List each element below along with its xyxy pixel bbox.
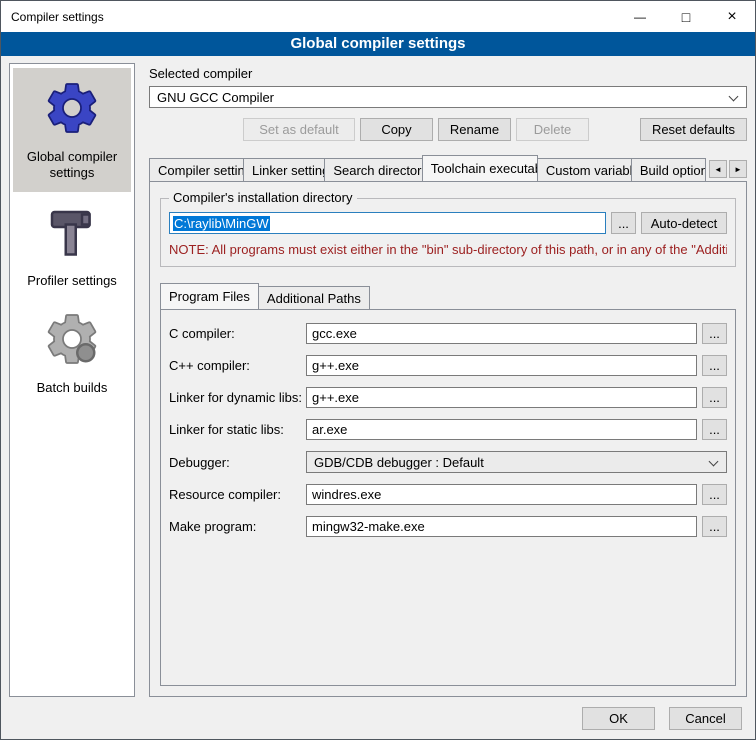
linker-static-label: Linker for static libs: [169,422,306,437]
c-compiler-browse-button[interactable]: ... [702,323,727,344]
set-as-default-button[interactable]: Set as default [243,118,355,141]
maximize-button[interactable]: □ [663,1,709,32]
bin-subdirectory-note: NOTE: All programs must exist either in … [169,242,727,257]
debugger-label: Debugger: [169,455,306,470]
compiler-settings-window: Compiler settings — □ × Global compiler … [0,0,756,740]
copy-button[interactable]: Copy [360,118,433,141]
profiler-tool-icon [40,200,104,264]
selected-compiler-dropdown[interactable]: GNU GCC Compiler [149,86,747,108]
gray-gears-icon [40,307,104,371]
tab-compiler-settings[interactable]: Compiler settings [149,158,244,181]
sidebar-item-batch-builds[interactable]: Batch builds [13,299,131,406]
installation-directory-row: C:\raylib\MinGW ... Auto-detect [169,212,727,234]
make-program-input[interactable] [306,516,697,537]
tab-additional-paths[interactable]: Additional Paths [258,286,370,309]
selected-text: C:\raylib\MinGW [173,216,270,231]
c-compiler-label: C compiler: [169,326,306,341]
resource-compiler-label: Resource compiler: [169,487,306,502]
tab-scroll-right-icon[interactable]: ► [729,160,747,178]
titlebar: Compiler settings — □ × [1,1,755,32]
sidebar-item-global-compiler-settings[interactable]: Global compiler settings [13,68,131,192]
dialog-content: Global compiler settings Profiler settin… [1,56,755,697]
field-row-c-compiler: C compiler: ... [169,323,727,344]
tab-program-files[interactable]: Program Files [160,283,259,309]
tab-search-directories[interactable]: Search directories [324,158,422,181]
cpp-compiler-input[interactable] [306,355,697,376]
tab-custom-variables[interactable]: Custom variables [537,158,632,181]
field-row-linker-dynamic: Linker for dynamic libs: ... [169,387,727,408]
sidebar-item-profiler-settings[interactable]: Profiler settings [13,192,131,299]
toolchain-executables-page: Compiler's installation directory C:\ray… [149,181,747,697]
blue-gear-icon [40,76,104,140]
make-program-label: Make program: [169,519,306,534]
chevron-down-icon [709,457,719,467]
linker-static-input[interactable] [306,419,697,440]
tab-scroll-left-icon[interactable]: ◄ [709,160,727,178]
cpp-compiler-browse-button[interactable]: ... [702,355,727,376]
tab-linker-settings[interactable]: Linker settings [243,158,325,181]
tab-scroll-buttons: ◄ ► [709,160,747,178]
selected-compiler-value: GNU GCC Compiler [157,90,274,105]
linker-dynamic-input[interactable] [306,387,697,408]
window-title: Compiler settings [11,10,104,24]
installation-directory-label: Compiler's installation directory [169,190,357,205]
cpp-compiler-label: C++ compiler: [169,358,306,373]
field-row-cpp-compiler: C++ compiler: ... [169,355,727,376]
sidebar-item-label: Batch builds [37,380,108,396]
global-compiler-settings-panel: Selected compiler GNU GCC Compiler Set a… [149,63,747,697]
linker-dynamic-label: Linker for dynamic libs: [169,390,306,405]
chevron-down-icon [729,92,739,102]
sidebar-item-label: Profiler settings [27,273,117,289]
dialog-banner-title: Global compiler settings [1,32,755,56]
delete-button[interactable]: Delete [516,118,589,141]
linker-static-browse-button[interactable]: ... [702,419,727,440]
auto-detect-button[interactable]: Auto-detect [641,212,727,234]
compiler-tabs: Compiler settings Linker settings Search… [149,155,747,181]
settings-category-sidebar: Global compiler settings Profiler settin… [9,63,135,697]
minimize-button[interactable]: — [617,1,663,32]
tab-toolchain-executables[interactable]: Toolchain executables [422,155,538,181]
field-row-resource-compiler: Resource compiler: ... [169,484,727,505]
window-controls: — □ × [617,1,755,32]
installation-directory-input[interactable]: C:\raylib\MinGW [169,212,606,234]
resource-compiler-input[interactable] [306,484,697,505]
rename-button[interactable]: Rename [438,118,511,141]
c-compiler-input[interactable] [306,323,697,344]
dialog-footer: OK Cancel [1,697,755,739]
installation-directory-browse-button[interactable]: ... [611,212,636,234]
compiler-actions: Set as default Copy Rename Delete Reset … [149,118,747,141]
tab-build-options[interactable]: Build options [631,158,706,181]
close-button[interactable]: × [709,1,755,32]
field-row-linker-static: Linker for static libs: ... [169,419,727,440]
sidebar-item-label: Global compiler settings [15,149,129,182]
field-row-debugger: Debugger: GDB/CDB debugger : Default [169,451,727,473]
installation-directory-groupbox: Compiler's installation directory C:\ray… [160,198,736,267]
make-program-browse-button[interactable]: ... [702,516,727,537]
field-row-make-program: Make program: ... [169,516,727,537]
resource-compiler-browse-button[interactable]: ... [702,484,727,505]
program-files-page: C compiler: ... C++ compiler: ... Linker… [160,309,736,686]
ok-button[interactable]: OK [582,707,655,730]
cancel-button[interactable]: Cancel [669,707,742,730]
selected-compiler-label: Selected compiler [149,66,747,81]
debugger-value: GDB/CDB debugger : Default [314,455,484,470]
program-files-tabs: Program Files Additional Paths [160,283,736,309]
debugger-select[interactable]: GDB/CDB debugger : Default [306,451,727,473]
linker-dynamic-browse-button[interactable]: ... [702,387,727,408]
reset-defaults-button[interactable]: Reset defaults [640,118,747,141]
